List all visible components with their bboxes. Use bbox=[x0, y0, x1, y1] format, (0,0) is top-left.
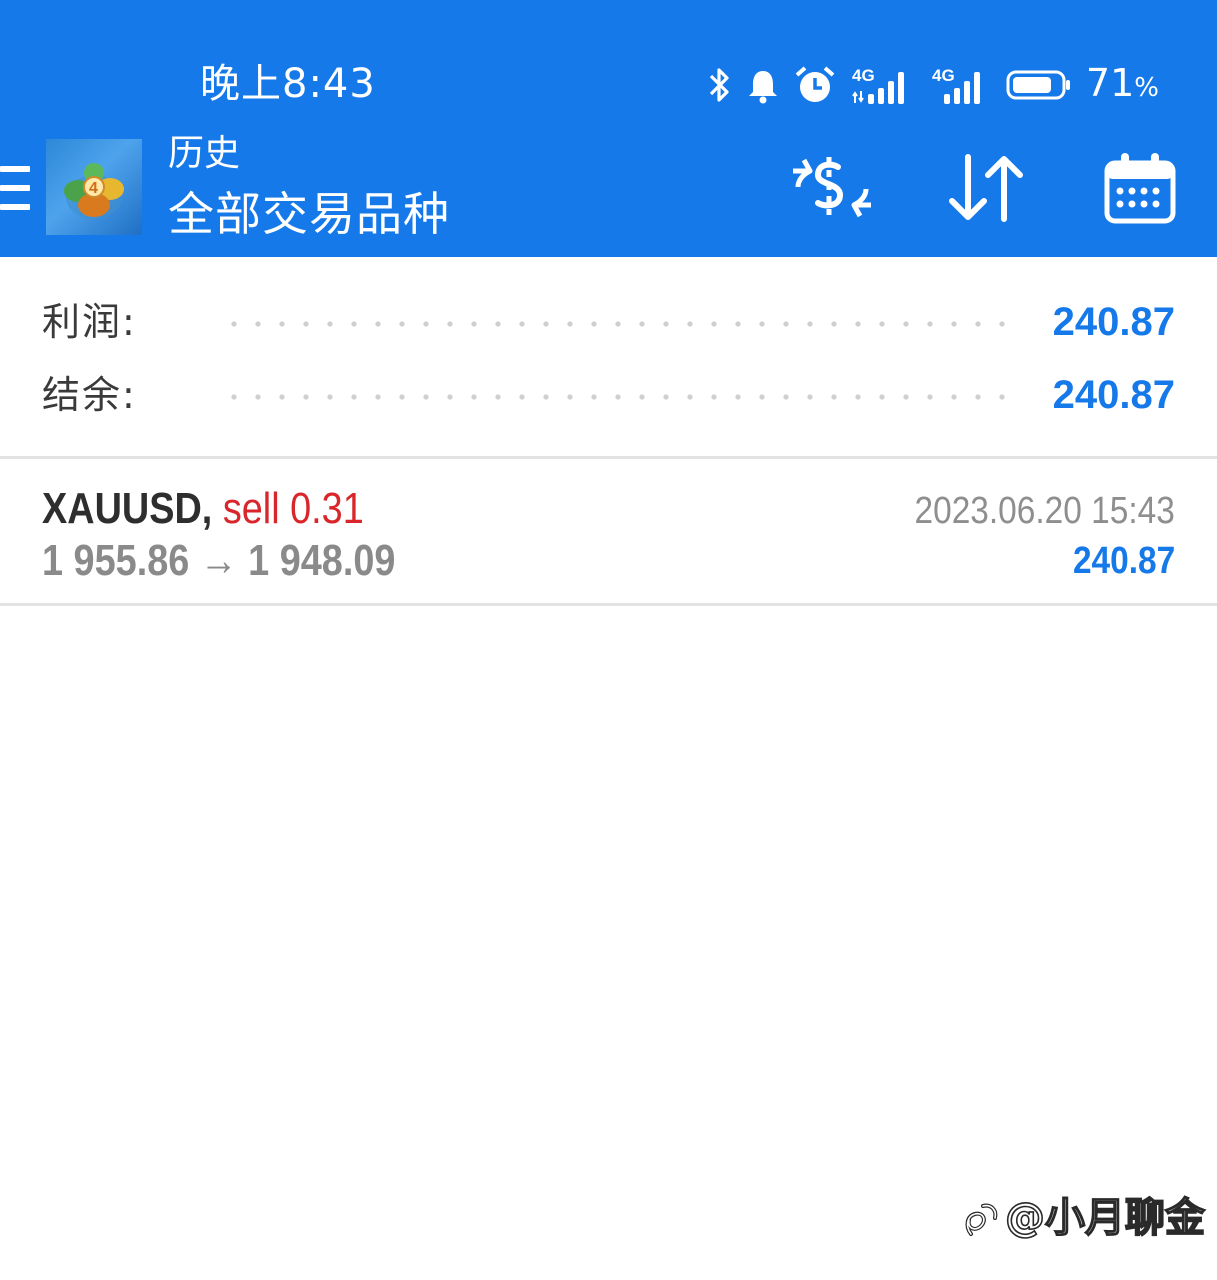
profit-value: 240.87 bbox=[1052, 300, 1175, 344]
sort-button[interactable] bbox=[946, 148, 1026, 228]
trade-type-volume: sell 0.31 bbox=[222, 484, 364, 533]
balance-value: 240.87 bbox=[1052, 373, 1175, 417]
status-icons: 4G 4G 71% bbox=[706, 60, 1159, 110]
trade-prices: 1 955.86 → 1 948.09 bbox=[42, 536, 396, 585]
profit-summary-row: 利润: 240.87 bbox=[42, 292, 1175, 352]
balance-summary-row: 结余: 240.87 bbox=[42, 365, 1175, 425]
top-app-bar: 晚上8:43 4G 4G 71% 4 历史 全部交易品种 bbox=[0, 0, 1217, 257]
status-time: 晚上8:43 bbox=[200, 61, 376, 107]
calendar-icon bbox=[1104, 153, 1176, 224]
divider bbox=[0, 603, 1217, 606]
network-1-label: 4G bbox=[852, 66, 875, 85]
app-screen: 晚上8:43 4G 4G 71% 4 历史 全部交易品种 利润: 240.87 … bbox=[0, 0, 1217, 1280]
dollar-exchange-icon bbox=[793, 157, 871, 218]
profit-label: 利润: bbox=[42, 300, 137, 344]
battery-percent: 71% bbox=[1085, 60, 1159, 105]
trade-profit: 240.87 bbox=[1072, 540, 1175, 582]
network-2-label: 4G bbox=[932, 66, 955, 85]
watermark: @小月聊金 bbox=[961, 1190, 1206, 1246]
deposit-withdraw-button[interactable] bbox=[792, 148, 872, 228]
sort-arrows-icon bbox=[949, 154, 1023, 222]
alarm-clock-icon bbox=[794, 64, 836, 106]
signal-4g-icon: 4G bbox=[850, 63, 916, 107]
watermark-text: @小月聊金 bbox=[1004, 1194, 1206, 1242]
calendar-button[interactable] bbox=[1100, 148, 1180, 228]
watermark-logo-icon bbox=[965, 1203, 998, 1236]
trade-time: 2023.06.20 15:43 bbox=[914, 490, 1175, 532]
trade-symbol: XAUUSD, bbox=[42, 484, 213, 533]
battery-icon bbox=[1006, 67, 1072, 103]
trade-title: XAUUSD, sell 0.31 bbox=[42, 483, 364, 535]
menu-icon[interactable] bbox=[0, 166, 32, 210]
screen-title: 历史 bbox=[168, 133, 241, 174]
symbol-filter-title[interactable]: 全部交易品种 bbox=[168, 185, 450, 243]
logo-badge: 4 bbox=[89, 180, 98, 197]
metatrader-logo: 4 bbox=[46, 139, 142, 235]
leader-dots bbox=[222, 394, 1015, 400]
trade-history-row[interactable]: XAUUSD, sell 0.31 1 955.86 → 1 948.09 20… bbox=[0, 459, 1217, 603]
bluetooth-icon bbox=[706, 65, 732, 105]
bell-icon bbox=[746, 65, 780, 105]
leader-dots bbox=[222, 321, 1015, 327]
balance-label: 结余: bbox=[42, 373, 137, 417]
signal-4g-icon-2: 4G bbox=[930, 63, 992, 107]
